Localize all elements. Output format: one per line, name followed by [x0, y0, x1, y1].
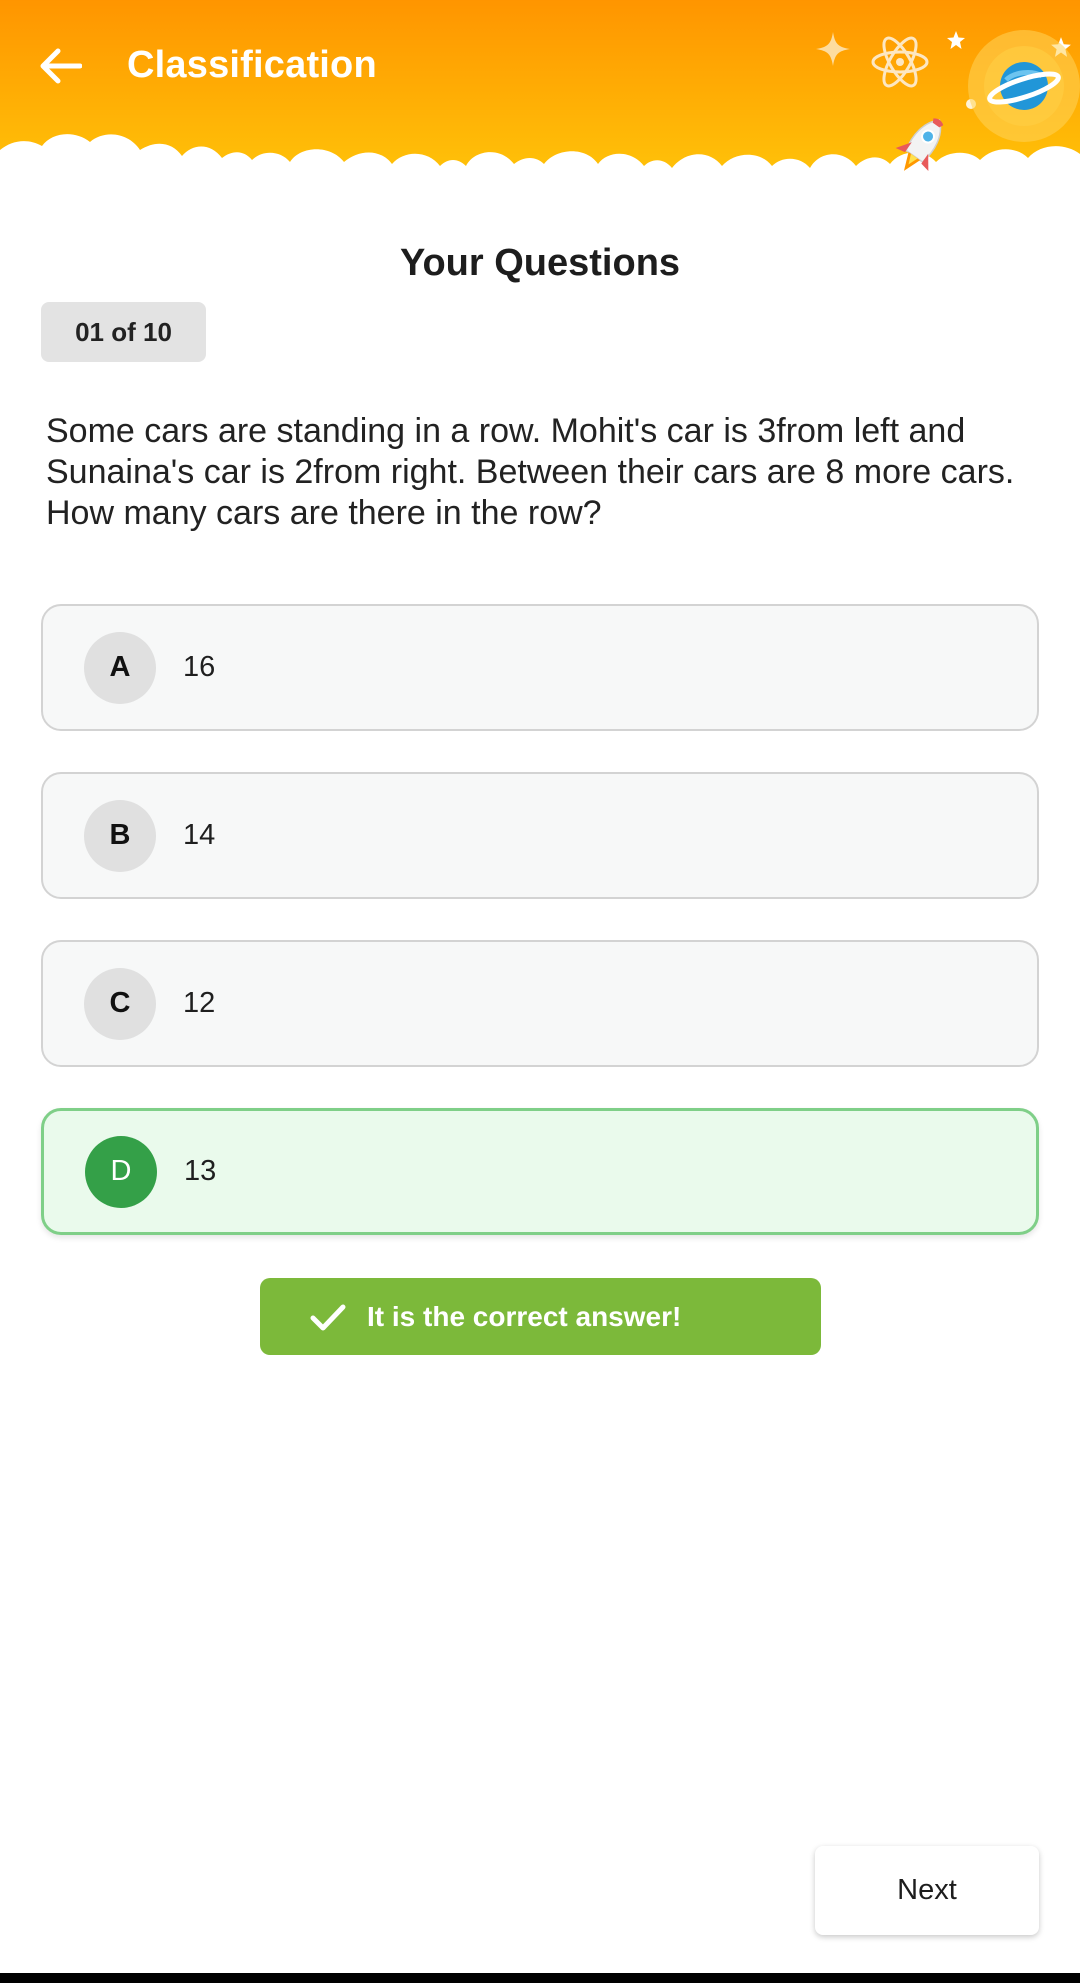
sparkle-icon [816, 32, 850, 66]
option-d[interactable]: D 13 [41, 1108, 1039, 1235]
option-value: 14 [183, 819, 216, 851]
correct-answer-banner: It is the correct answer! [260, 1278, 821, 1355]
page-title: Classification [127, 44, 377, 86]
option-c[interactable]: C 12 [41, 940, 1039, 1067]
section-title: Your Questions [399, 242, 681, 284]
feedback-message: It is the correct answer! [367, 1300, 682, 1332]
question-text: Some cars are standing in a row. Mohit's… [46, 412, 1015, 532]
option-letter: D [85, 1135, 157, 1208]
quiz-screen: Classification Your Questions 01 of 10 S… [0, 0, 1080, 1983]
next-button[interactable]: Next [815, 1846, 1039, 1935]
system-nav-bar [0, 1973, 1080, 1983]
option-b[interactable]: B 14 [41, 772, 1039, 899]
atom-icon [871, 36, 929, 88]
option-value: 13 [184, 1155, 217, 1187]
option-value: 16 [183, 651, 216, 683]
app-header: Classification [0, 0, 1080, 210]
option-letter: A [84, 631, 156, 704]
option-letter: C [84, 967, 156, 1040]
check-icon [309, 1298, 347, 1336]
option-a[interactable]: A 16 [41, 604, 1039, 731]
arrow-left-icon [40, 48, 82, 84]
option-value: 12 [183, 987, 216, 1019]
option-letter: B [84, 799, 156, 872]
rocket-icon [895, 118, 944, 171]
back-button[interactable] [28, 34, 92, 98]
planet-icon [968, 30, 1080, 142]
question-counter-badge: 01 of 10 [41, 302, 206, 362]
